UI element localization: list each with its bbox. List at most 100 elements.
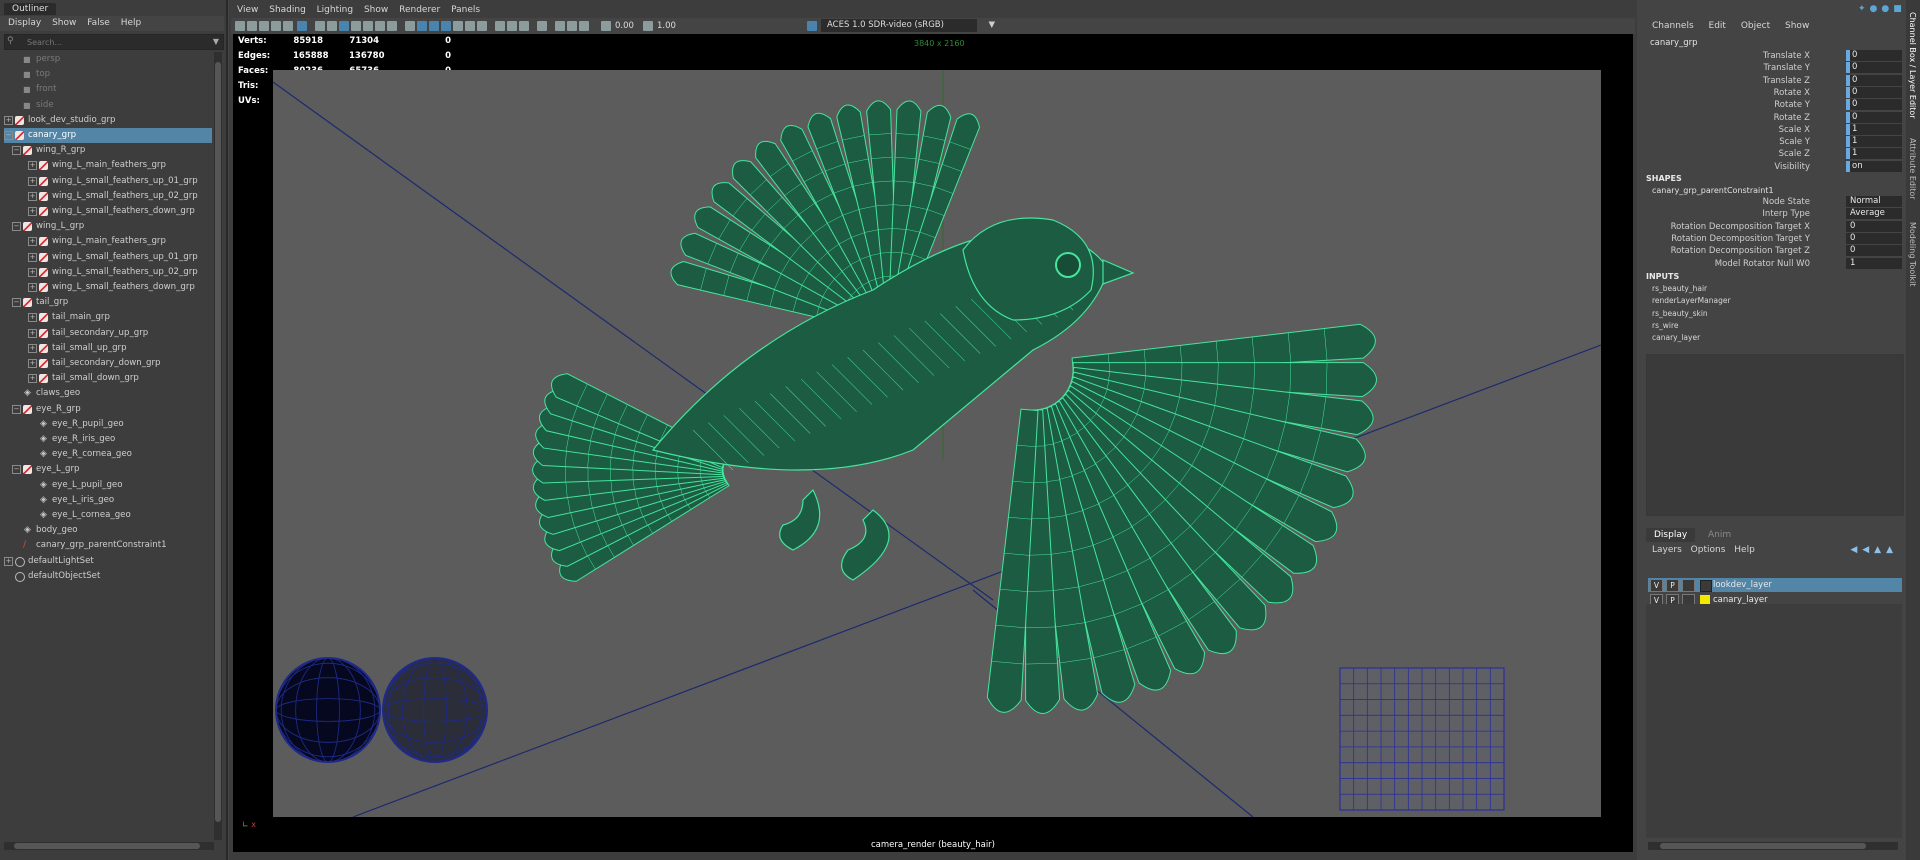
attribute-value-field[interactable]: 0 xyxy=(1846,111,1902,123)
select-camera-icon[interactable] xyxy=(235,21,245,31)
outliner-item[interactable]: ■ front xyxy=(4,82,212,97)
outliner-item[interactable]: ◈ eye_R_pupil_geo xyxy=(4,417,212,432)
viewport-menu-renderer[interactable]: Renderer xyxy=(399,2,440,18)
outliner-item[interactable]: + wing_L_small_feathers_up_02_grp xyxy=(4,265,212,280)
attribute-value-field[interactable]: 1 xyxy=(1846,148,1902,160)
tab-display[interactable]: Display xyxy=(1646,528,1696,542)
color-management-icon[interactable] xyxy=(807,21,817,31)
viewport-menu-lighting[interactable]: Lighting xyxy=(317,2,353,18)
attribute-value-field[interactable]: 0 xyxy=(1846,232,1902,244)
expand-icon[interactable]: + xyxy=(28,191,37,201)
channel-attribute-row[interactable]: Rotate Y 0 xyxy=(1640,99,1906,111)
tab-attribute-editor[interactable]: Attribute Editor xyxy=(1908,138,1917,200)
expand-icon[interactable]: + xyxy=(4,115,13,125)
outliner-item[interactable]: − eye_L_grp xyxy=(4,462,212,477)
layer-action-icons[interactable]: ◀◀▲▲ xyxy=(1850,543,1898,557)
outliner-item[interactable]: + wing_L_small_feathers_up_02_grp xyxy=(4,189,212,204)
expand-icon[interactable]: + xyxy=(28,161,37,171)
shape-node-name[interactable]: canary_grp_parentConstraint1 xyxy=(1652,186,1774,195)
outliner-item[interactable]: ■ top xyxy=(4,67,212,82)
outliner-item[interactable]: ■ side xyxy=(4,98,212,113)
input-node-item[interactable]: rs_wire xyxy=(1652,321,1679,330)
outliner-item[interactable]: + wing_L_main_feathers_grp xyxy=(4,158,212,173)
input-node-item[interactable]: renderLayerManager xyxy=(1652,296,1731,305)
outliner-item[interactable]: ◈ claws_geo xyxy=(4,386,212,401)
outliner-menu-display[interactable]: Display xyxy=(8,16,41,31)
outliner-item[interactable]: ■ persp xyxy=(4,52,212,67)
outliner-item[interactable]: − wing_L_grp xyxy=(4,219,212,234)
layer-visibility-toggle[interactable]: V xyxy=(1650,579,1663,592)
2d-pan-zoom-icon[interactable] xyxy=(297,21,307,31)
channel-attribute-row[interactable]: Translate Z 0 xyxy=(1640,74,1906,87)
collapse-icon[interactable]: − xyxy=(12,298,21,308)
smooth-shade-icon[interactable] xyxy=(417,21,427,31)
grease-pencil-icon[interactable] xyxy=(283,21,293,31)
expand-icon[interactable]: + xyxy=(28,283,37,292)
outliner-item[interactable]: ◈ eye_R_iris_geo xyxy=(4,432,212,447)
shadows-icon[interactable] xyxy=(465,21,475,31)
channel-attribute-row[interactable]: Rotate Z 0 xyxy=(1640,111,1906,124)
outliner-item[interactable]: + wing_L_small_feathers_up_01_grp xyxy=(4,250,212,265)
outliner-item[interactable]: + wing_L_small_feathers_down_grp xyxy=(4,280,212,295)
outliner-menu-help[interactable]: Help xyxy=(121,16,142,31)
display-layer-row[interactable]: V Plookdev_layer xyxy=(1648,578,1902,592)
layer-horizontal-scrollbar[interactable] xyxy=(1648,842,1898,850)
le-menu-help[interactable]: Help xyxy=(1734,543,1755,557)
tab-modeling-toolkit[interactable]: Modeling Toolkit xyxy=(1908,222,1917,286)
motion-blur-icon[interactable] xyxy=(495,21,505,31)
le-menu-layers[interactable]: Layers xyxy=(1652,543,1682,557)
outliner-vertical-scrollbar[interactable] xyxy=(214,52,222,840)
wireframe-on-shaded-icon[interactable] xyxy=(429,21,439,31)
channel-attribute-row[interactable]: Visibility on xyxy=(1640,160,1906,173)
depth-of-field-icon[interactable] xyxy=(519,21,529,31)
anti-aliasing-icon[interactable] xyxy=(507,21,517,31)
xray-icon[interactable] xyxy=(555,21,565,31)
chevron-down-icon[interactable]: ▼ xyxy=(988,19,995,32)
expand-icon[interactable]: + xyxy=(4,556,13,566)
expand-icon[interactable]: + xyxy=(28,207,37,216)
outliner-item[interactable]: − tail_grp xyxy=(4,295,212,310)
wireframe-icon[interactable] xyxy=(405,21,415,31)
attribute-value-field[interactable]: 0 xyxy=(1846,245,1902,257)
gate-mask-icon[interactable] xyxy=(351,21,361,31)
outliner-item[interactable]: + tail_small_down_grp xyxy=(4,371,212,386)
channel-attribute-row[interactable]: Translate Y 0 xyxy=(1640,62,1906,74)
outliner-item[interactable]: + look_dev_studio_grp xyxy=(4,113,212,128)
exposure-value[interactable]: 0.00 xyxy=(615,20,634,32)
viewport-menu-panels[interactable]: Panels xyxy=(451,2,480,18)
attribute-value-field[interactable]: 0 xyxy=(1846,99,1902,111)
collapse-icon[interactable]: − xyxy=(12,146,21,156)
cb-menu-channels[interactable]: Channels xyxy=(1652,18,1694,34)
outliner-item[interactable]: ◈ eye_L_cornea_geo xyxy=(4,508,212,523)
xray-components-icon[interactable] xyxy=(579,21,589,31)
outliner-item[interactable]: + wing_L_main_feathers_grp xyxy=(4,234,212,249)
expand-icon[interactable]: + xyxy=(28,343,37,353)
panel-toggle-icons[interactable]: ✦●●■ xyxy=(1858,4,1906,14)
channel-attribute-row[interactable]: Model Rotator Null W0 1 xyxy=(1640,257,1906,270)
outliner-tab[interactable]: Outliner xyxy=(4,3,57,15)
expand-icon[interactable]: + xyxy=(28,252,37,262)
tab-channel-box-layer-editor[interactable]: Channel Box / Layer Editor xyxy=(1908,12,1917,119)
outliner-item[interactable]: + tail_small_up_grp xyxy=(4,341,212,356)
layer-color-swatch[interactable] xyxy=(1700,580,1712,592)
attribute-value-field[interactable]: Average xyxy=(1846,208,1902,220)
collapse-icon[interactable]: − xyxy=(12,404,21,414)
attribute-value-field[interactable]: 0 xyxy=(1846,86,1902,98)
channel-attribute-row[interactable]: Node State Normal xyxy=(1640,196,1906,208)
outliner-item[interactable]: ◈ eye_L_iris_geo xyxy=(4,493,212,508)
film-gate-icon[interactable] xyxy=(327,21,337,31)
selected-object-name[interactable]: canary_grp xyxy=(1650,38,1698,48)
attribute-value-field[interactable]: Normal xyxy=(1846,196,1902,207)
channel-attribute-row[interactable]: Scale Z 1 xyxy=(1640,148,1906,160)
outliner-item[interactable]: + tail_secondary_down_grp xyxy=(4,356,212,371)
viewport-menu-show[interactable]: Show xyxy=(364,2,388,18)
channel-attribute-row[interactable]: Rotation Decomposition Target X 0 xyxy=(1640,220,1906,233)
input-node-item[interactable]: canary_layer xyxy=(1652,333,1700,342)
input-node-item[interactable]: rs_beauty_hair xyxy=(1652,284,1707,293)
channel-attribute-row[interactable]: Translate X 0 xyxy=(1640,50,1906,62)
outliner-item[interactable]: + defaultLightSet xyxy=(4,554,212,569)
resolution-gate-icon[interactable] xyxy=(339,21,349,31)
xray-joints-icon[interactable] xyxy=(567,21,577,31)
outliner-menu-false[interactable]: False xyxy=(87,16,110,31)
textured-icon[interactable] xyxy=(441,21,451,31)
